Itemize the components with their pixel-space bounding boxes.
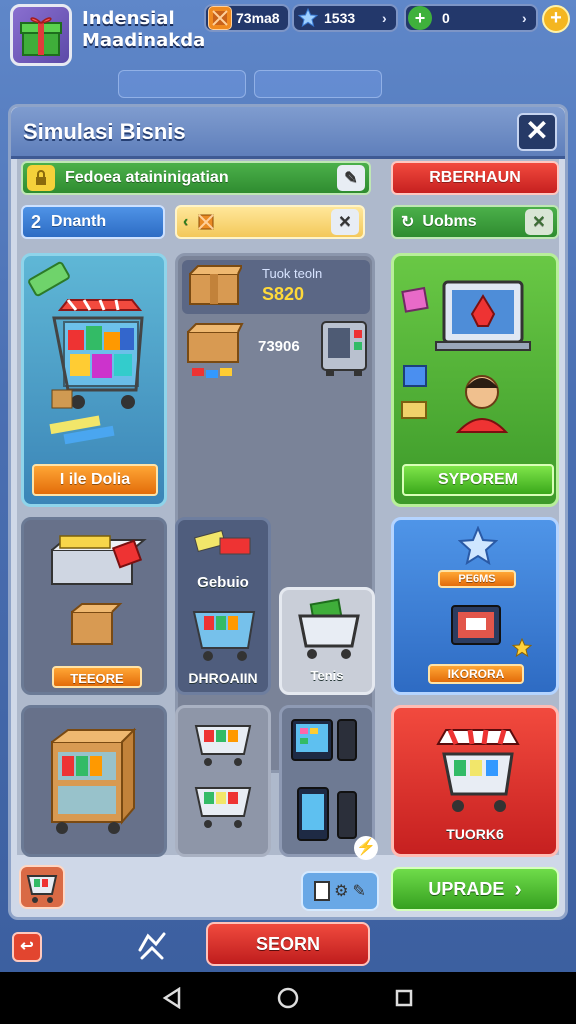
shopping-cart-icon [28, 261, 144, 445]
upgrade-label: UPRADE [428, 878, 505, 899]
mid-tile-top-label: Gebuio [197, 574, 249, 591]
chevron-right-icon: › [382, 10, 387, 26]
crate-icon [208, 6, 232, 30]
shop-cart-icon [436, 729, 520, 812]
panel-title: Simulasi Bisnis [23, 119, 186, 144]
blue-tile-bottom-label[interactable]: IKORORA [428, 664, 524, 684]
business-simulation-panel: Simulasi Bisnis ✕ Fedoea ataininigatian … [8, 104, 568, 920]
lock-icon [27, 165, 55, 191]
small-cart-tile[interactable]: Tenis [279, 587, 375, 695]
crate-resource-pill[interactable]: 73ma8 [204, 4, 290, 32]
box-stack-icon [189, 265, 242, 305]
stock-top-label: Tuok teoln [262, 266, 323, 281]
inventory-area: Tuok teoln S820 73906 [175, 253, 375, 773]
system-navigation-bar [0, 972, 576, 1024]
task-bar-label: Fedoea ataininigatian [65, 169, 229, 186]
shopping-cart-tile[interactable]: I ile Dolia [21, 253, 167, 507]
add-coins-button[interactable]: + [542, 5, 570, 33]
app-title-line2: Maadinakda [82, 30, 206, 51]
level-number: 2 [31, 211, 42, 232]
map-icon[interactable] [134, 928, 170, 964]
stock-top-row[interactable]: Tuok teoln S820 [182, 260, 370, 314]
task-bar[interactable]: Fedoea ataininigatian ✎ [21, 161, 371, 195]
back-arrow-button[interactable]: ↩ [12, 932, 42, 962]
refresh-icon: ↻ [401, 214, 415, 231]
blue-tile-top-label: PE6MS [438, 570, 516, 588]
mid-tile-bottom-label: DHROAIIN [188, 670, 258, 686]
gear-icon: ⚙ [334, 883, 349, 900]
pin-icon[interactable]: ✎ [337, 165, 365, 191]
card-icon [314, 881, 331, 901]
star-resource-pill[interactable]: 1533 › [292, 4, 398, 32]
blue-rating-tile[interactable]: PE6MS IKORORA [391, 517, 559, 695]
two-carts-icon [194, 725, 252, 828]
crate-resource-value: 73ma8 [236, 10, 280, 26]
middle-cart-tile[interactable]: Gebuio DHROAIIN [175, 517, 271, 695]
panel-body: Fedoea ataininigatian ✎ RBERHAUN 2 Dnant… [17, 159, 559, 860]
search-button[interactable]: SEORN [206, 922, 370, 966]
app-title: Indensial Maadinakda [82, 8, 222, 52]
star-icon [296, 6, 320, 30]
lightning-badge-icon: ⚡ [354, 836, 378, 860]
shelf-tile[interactable] [21, 705, 167, 857]
red-action-button[interactable]: RBERHAUN [391, 161, 559, 195]
devices-tile[interactable]: ⚡ [279, 705, 378, 860]
tool-icon[interactable]: ✕ [331, 209, 359, 235]
stock-mid-value: 73906 [258, 338, 300, 355]
level-label: Dnanth [51, 213, 107, 230]
panel-header: Simulasi Bisnis ✕ [11, 107, 565, 159]
crate-bar[interactable]: ‹ ✕ [175, 205, 365, 239]
app-title-line1: Indensial [82, 8, 175, 29]
vending-machine-icon [321, 321, 367, 376]
plus-circle-icon: + [408, 6, 432, 30]
background-tab [118, 70, 246, 98]
product-pack-icon [194, 530, 251, 555]
background-tab [254, 70, 382, 98]
close-button[interactable]: ✕ [517, 113, 557, 151]
cart-tile-label[interactable]: I ile Dolia [32, 464, 158, 496]
green-staff-tile[interactable]: SYPOREM [391, 253, 559, 507]
carts-tile[interactable] [175, 705, 271, 857]
cart-thumb-button[interactable] [19, 865, 65, 909]
crate-tile[interactable]: TEEORE [21, 517, 167, 695]
chevron-right-icon: › [522, 10, 527, 26]
empty-cart-icon [298, 598, 360, 659]
upgrade-button[interactable]: UPRADE › [391, 867, 559, 911]
cart-icon [192, 611, 256, 661]
close-icon[interactable]: ✕ [525, 209, 553, 235]
shelf-crate-icon [51, 727, 137, 834]
recents-nav-icon[interactable] [374, 972, 434, 1024]
chevron-right-icon: › [514, 876, 522, 901]
green-tab[interactable]: ↻ Uobms ✕ [391, 205, 559, 239]
star-resource-value: 1533 [324, 10, 356, 26]
star-icon [458, 526, 498, 566]
basket-crate-icon [51, 535, 147, 645]
monitor-icon [451, 605, 501, 645]
crate-tile-label[interactable]: TEEORE [52, 666, 142, 688]
wrench-icon: ✎ [352, 883, 366, 900]
box-icon [187, 323, 244, 378]
cart-icon [26, 875, 58, 903]
stock-top-value: S820 [262, 284, 305, 304]
laptop-staff-icon [401, 280, 531, 433]
gift-box-icon[interactable] [10, 4, 72, 66]
back-nav-icon[interactable] [142, 972, 202, 1024]
chevron-left-icon: ‹ [183, 213, 189, 230]
red-tile-label: TUORK6 [446, 826, 504, 842]
symptom-button[interactable]: SYPOREM [402, 464, 554, 496]
red-shop-tile[interactable]: TUORK6 [391, 705, 559, 857]
cash-resource-value: 0 [442, 10, 450, 26]
top-bar: Indensial Maadinakda 73ma8 1533 › + 0 › … [0, 0, 576, 70]
home-nav-icon[interactable] [258, 972, 318, 1024]
green-tab-label: Uobms [422, 213, 477, 230]
crate-icon [192, 209, 220, 235]
small-star-icon [512, 638, 532, 658]
level-bar[interactable]: 2 Dnanth [21, 205, 165, 239]
terminal-devices-icon [291, 719, 357, 841]
cash-resource-pill[interactable]: + 0 › [404, 4, 538, 32]
small-cart-label: Tenis [310, 668, 344, 683]
tools-button[interactable]: ⚙ ✎ [301, 871, 379, 911]
